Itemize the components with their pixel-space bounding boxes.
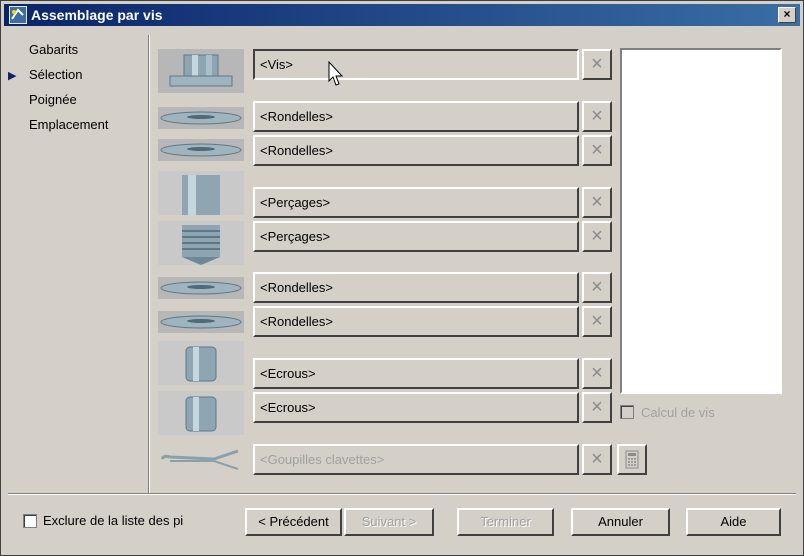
field-goupilles-clavettes[interactable]: <Goupilles clavettes> — [253, 444, 579, 475]
previous-button[interactable]: < Précédent — [245, 508, 342, 536]
field-ecrous-1[interactable]: <Ecrous> — [253, 358, 579, 389]
close-icon: × — [591, 396, 603, 418]
field-ecrous-2[interactable]: <Ecrous> — [253, 392, 579, 423]
nav-item-selection[interactable]: Sélection — [29, 67, 82, 82]
remove-rondelles-3-button[interactable]: × — [582, 272, 612, 303]
close-icon: × — [591, 276, 603, 298]
exclude-label: Exclure de la liste des pièc — [43, 513, 183, 528]
help-button[interactable]: Aide — [686, 508, 781, 536]
nav-divider — [148, 35, 150, 494]
close-icon: × — [591, 225, 603, 247]
cancel-button[interactable]: Annuler — [571, 508, 670, 536]
footer-divider — [8, 493, 796, 495]
remove-ecrous-2-button[interactable]: × — [582, 392, 612, 423]
close-icon: × — [591, 448, 603, 470]
mouse-cursor-icon — [328, 61, 344, 86]
remove-percages-1-button[interactable]: × — [582, 187, 612, 218]
current-step-arrow-icon: ▶ — [8, 70, 17, 82]
nut-icon — [158, 391, 244, 435]
field-percages-1[interactable]: <Perçages> — [253, 187, 579, 218]
field-rondelles-4[interactable]: <Rondelles> — [253, 306, 579, 337]
washer-icon — [158, 107, 244, 129]
remove-rondelles-4-button[interactable]: × — [582, 306, 612, 337]
hole-icon — [158, 171, 244, 215]
calcul-de-vis-label: Calcul de vis — [641, 405, 715, 420]
field-rondelles-2[interactable]: <Rondelles> — [253, 135, 579, 166]
calcul-de-vis-checkbox[interactable] — [620, 405, 634, 419]
remove-ecrous-1-button[interactable]: × — [582, 358, 612, 389]
close-icon: × — [591, 310, 603, 332]
title-bar[interactable]: Assemblage par vis × — [4, 4, 800, 26]
close-icon: × — [591, 139, 603, 161]
close-icon: × — [783, 7, 791, 21]
cotter-pin-icon — [158, 447, 244, 471]
threaded-hole-icon — [158, 221, 244, 265]
washer-icon — [158, 139, 244, 161]
close-icon: × — [591, 53, 603, 75]
close-icon: × — [591, 191, 603, 213]
calculator-icon — [625, 450, 639, 469]
remove-goupilles-button[interactable]: × — [582, 444, 612, 475]
field-percages-2[interactable]: <Perçages> — [253, 221, 579, 252]
remove-rondelles-2-button[interactable]: × — [582, 135, 612, 166]
exclude-checkbox[interactable] — [23, 514, 37, 528]
nav-item-poignee[interactable]: Poignée — [29, 92, 77, 107]
bolt-icon — [158, 49, 244, 93]
assembly-dialog: Assemblage par vis × Gabarits ▶ Sélectio… — [0, 0, 804, 556]
remove-rondelles-1-button[interactable]: × — [582, 101, 612, 132]
next-button[interactable]: Suivant > — [344, 508, 434, 536]
close-icon: × — [591, 362, 603, 384]
field-rondelles-1[interactable]: <Rondelles> — [253, 101, 579, 132]
preview-list[interactable] — [620, 48, 782, 394]
app-icon — [9, 6, 27, 24]
remove-vis-button[interactable]: × — [582, 49, 612, 80]
washer-icon — [158, 311, 244, 333]
nav-item-gabarits[interactable]: Gabarits — [29, 42, 78, 57]
nut-icon — [158, 341, 244, 385]
remove-percages-2-button[interactable]: × — [582, 221, 612, 252]
calculator-button[interactable] — [617, 444, 647, 475]
field-rondelles-3[interactable]: <Rondelles> — [253, 272, 579, 303]
finish-button[interactable]: Terminer — [457, 508, 554, 536]
window-title: Assemblage par vis — [31, 7, 163, 23]
close-button[interactable]: × — [778, 7, 796, 23]
field-vis[interactable]: <Vis> — [253, 49, 579, 80]
nav-item-emplacement[interactable]: Emplacement — [29, 117, 108, 132]
washer-icon — [158, 277, 244, 299]
close-icon: × — [591, 105, 603, 127]
